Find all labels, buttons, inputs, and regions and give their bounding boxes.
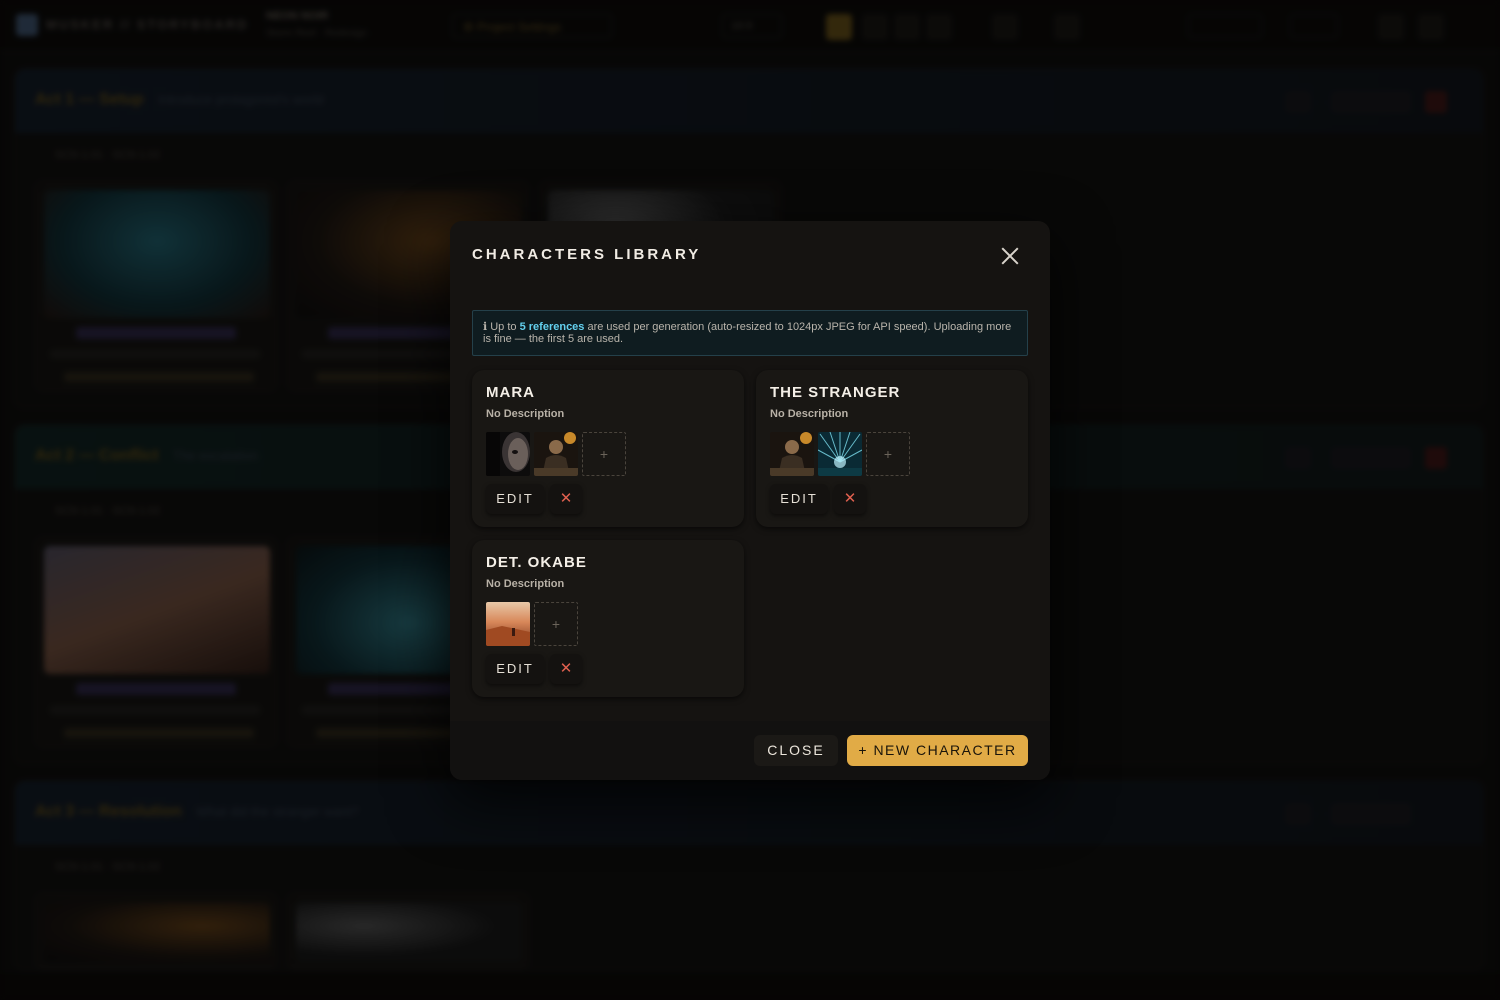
reference-thumbnail[interactable] xyxy=(818,432,862,476)
close-icon[interactable] xyxy=(999,245,1021,267)
character-name: THE STRANGER xyxy=(770,384,901,401)
character-name: MARA xyxy=(486,384,535,401)
new-character-button[interactable]: + NEW CHARACTER xyxy=(847,735,1028,766)
delete-icon[interactable]: ✕ xyxy=(834,484,866,514)
edit-button[interactable]: EDIT xyxy=(770,484,828,514)
add-reference-button[interactable]: + xyxy=(582,432,626,476)
character-description: No Description xyxy=(486,578,565,590)
reference-thumbnail[interactable] xyxy=(534,432,578,476)
reference-thumbnail[interactable] xyxy=(770,432,814,476)
delete-icon[interactable]: ✕ xyxy=(550,654,582,684)
delete-icon[interactable]: ✕ xyxy=(550,484,582,514)
character-card-det-okabe: DET. OKABE No Description + EDIT ✕ xyxy=(472,540,744,697)
add-reference-button[interactable]: + xyxy=(866,432,910,476)
character-name: DET. OKABE xyxy=(486,554,587,571)
edit-button[interactable]: EDIT xyxy=(486,654,544,684)
info-text-prefix: ℹ Up to xyxy=(483,321,520,333)
close-button[interactable]: CLOSE xyxy=(754,735,838,766)
references-info-banner: ℹ Up to 5 references are used per genera… xyxy=(472,310,1028,356)
add-reference-button[interactable]: + xyxy=(534,602,578,646)
character-description: No Description xyxy=(770,408,849,420)
character-description: No Description xyxy=(486,408,565,420)
reference-thumbnail[interactable] xyxy=(486,432,530,476)
reference-thumbnail[interactable] xyxy=(486,602,530,646)
character-card-the-stranger: THE STRANGER No Description + EDIT ✕ xyxy=(756,370,1028,527)
dialog-title: CHARACTERS LIBRARY xyxy=(472,246,702,263)
info-highlight: 5 references xyxy=(519,321,585,333)
characters-library-dialog: CHARACTERS LIBRARY ℹ Up to 5 references … xyxy=(450,221,1050,780)
character-card-mara: MARA No Description + EDIT ✕ xyxy=(472,370,744,527)
edit-button[interactable]: EDIT xyxy=(486,484,544,514)
